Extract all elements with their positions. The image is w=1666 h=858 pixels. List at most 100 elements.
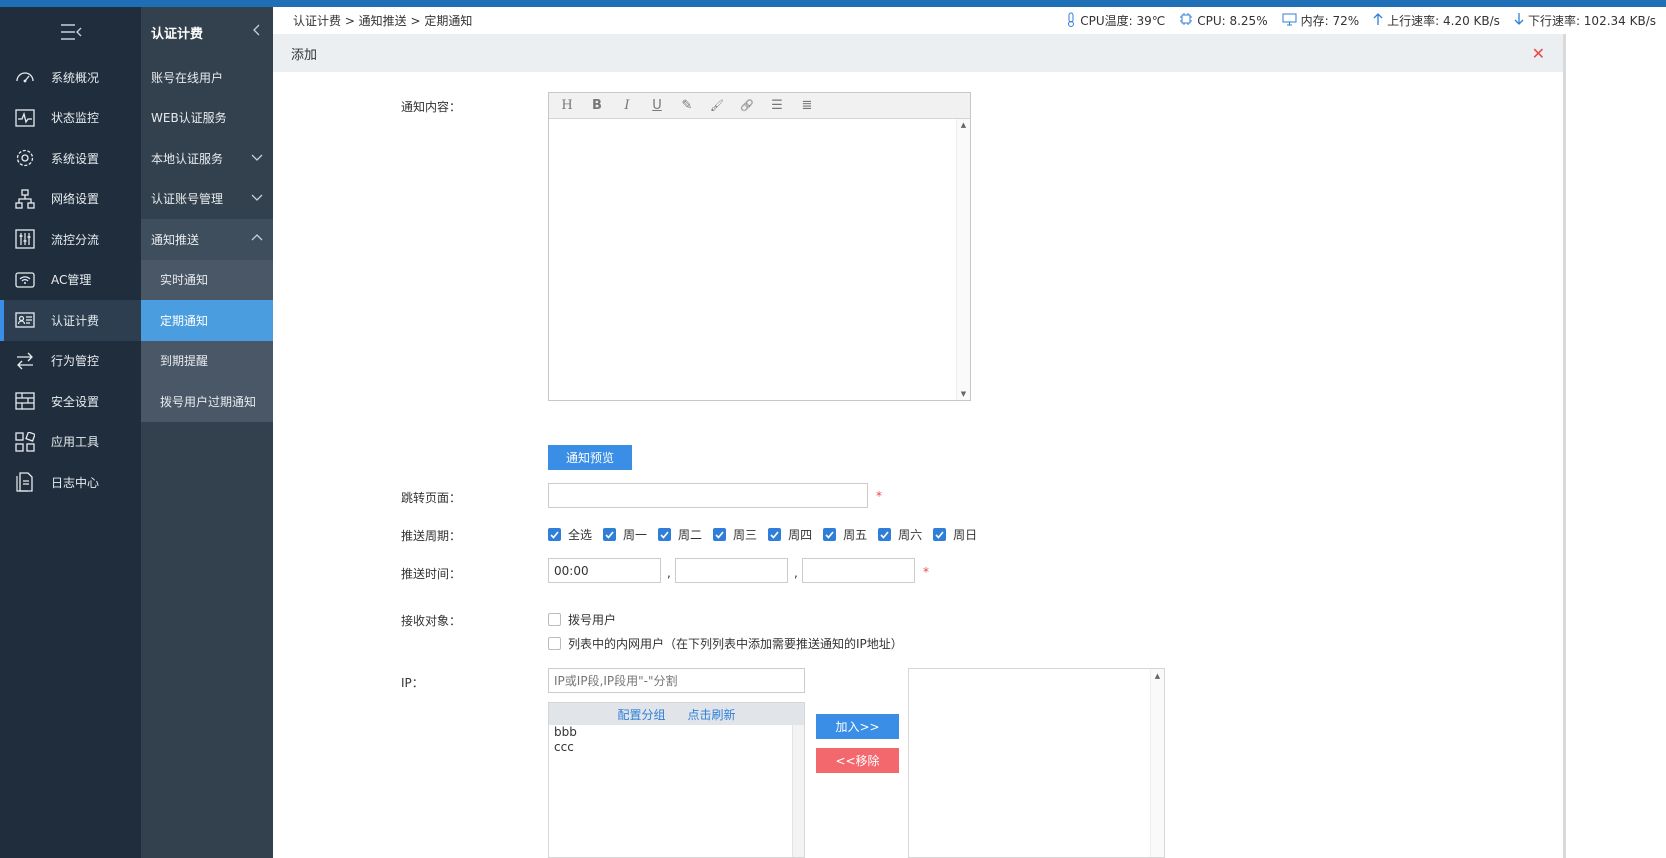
nav-item-label: 行为管控 [51,354,100,369]
gear-icon [14,147,36,169]
underline-icon[interactable]: U [649,98,665,113]
subnav-item-online-users[interactable]: 账号在线用户 [141,57,273,98]
scroll-down-icon[interactable]: ▼ [961,390,966,398]
close-icon[interactable]: ✕ [1532,44,1545,63]
chevron-left-icon[interactable] [251,24,263,40]
day-label: 周日 [953,528,978,542]
ip-input[interactable] [548,668,805,693]
checkbox-checked-icon[interactable] [548,528,561,541]
page-scrollbar[interactable] [1563,34,1566,858]
primary-nav: 系统概况 状态监控 系统设置 网络设置 流控分流 AC管理 认证计费 行为管控 … [0,7,141,858]
subnav-item-web-auth[interactable]: WEB认证服务 [141,98,273,139]
subnav-item-notify-push[interactable]: 通知推送 [141,219,273,260]
nav-item-label: 认证计费 [51,313,100,328]
day-checkbox-fri[interactable]: 周五 [823,526,867,543]
day-label: 周三 [733,528,758,542]
nav-item-label: 安全设置 [51,394,100,409]
add-button[interactable]: 加入>> [816,714,899,739]
scroll-up-icon[interactable]: ▲ [961,121,966,129]
checkbox-checked-icon[interactable] [878,528,892,541]
subnav-item-dialup-expiry[interactable]: 拨号用户过期通知 [141,381,273,422]
nav-item-behavior[interactable]: 行为管控 [0,341,141,382]
list-item[interactable]: ccc [549,740,804,755]
day-checkbox-thu[interactable]: 周四 [768,526,812,543]
nav-item-system-settings[interactable]: 系统设置 [0,138,141,179]
cpu-value: CPU: 8.25% [1197,13,1268,28]
nav-item-label: 状态监控 [51,111,100,126]
thermometer-icon [1066,12,1076,30]
checkbox-checked-icon[interactable] [933,528,947,541]
list-scrollbar[interactable]: ▲ [1150,669,1164,857]
nav-item-logs[interactable]: 日志中心 [0,462,141,503]
time-input-1[interactable] [548,558,661,583]
menu-toggle-icon[interactable] [0,7,141,57]
config-group-link[interactable]: 配置分组 [617,706,665,723]
checkbox-checked-icon[interactable] [658,528,672,541]
selected-ip-list[interactable]: ▲ [908,668,1165,858]
breadcrumb: 认证计费 > 通知推送 > 定期通知 [293,14,473,28]
list-item[interactable]: bbb [549,725,804,740]
nav-item-ac[interactable]: AC管理 [0,260,141,301]
checkbox-unchecked-icon[interactable] [548,637,561,650]
refresh-link[interactable]: 点击刷新 [688,706,736,723]
day-checkbox-tue[interactable]: 周二 [658,526,702,543]
recv-option-dialup[interactable]: 拨号用户 [548,611,616,628]
remove-button[interactable]: <<移除 [816,748,899,773]
list-header: 配置分组 点击刷新 [549,703,804,725]
preview-button[interactable]: 通知预览 [548,445,632,470]
day-checkbox-wed[interactable]: 周三 [713,526,757,543]
nav-item-security[interactable]: 安全设置 [0,381,141,422]
editor-body[interactable] [549,119,970,400]
subnav-header[interactable]: 认证计费 [141,7,273,57]
day-checkbox-all[interactable]: 全选 [548,526,592,543]
nav-item-label: 系统设置 [51,151,100,166]
time-label: 推送时间： [401,567,462,581]
eraser-icon[interactable]: ✎ [679,98,695,113]
subnav-item-realtime-notify[interactable]: 实时通知 [141,260,273,301]
nav-item-network[interactable]: 网络设置 [0,179,141,220]
checkbox-checked-icon[interactable] [713,528,727,541]
day-label: 周一 [623,528,648,542]
align-icon[interactable]: ≣ [799,98,815,113]
recv-option-label: 拨号用户 [568,613,617,627]
checkbox-unchecked-icon[interactable] [548,613,561,626]
subnav-item-label: WEB认证服务 [151,111,227,126]
day-checkbox-sun[interactable]: 周日 [933,526,977,543]
link-icon[interactable]: 🔗 [739,99,755,112]
cpu-stat: CPU: 8.25% [1179,12,1268,29]
subnav-item-label: 实时通知 [160,273,209,288]
nav-item-label: 流控分流 [51,232,100,247]
nav-item-auth-billing[interactable]: 认证计费 [0,300,141,341]
redirect-input[interactable] [548,483,868,508]
cycle-label: 推送周期： [401,529,462,543]
list-icon[interactable]: ☰ [769,98,785,113]
nav-item-flow-control[interactable]: 流控分流 [0,219,141,260]
mem-value: 内存: 72% [1300,14,1360,28]
nav-item-overview[interactable]: 系统概况 [0,57,141,98]
subnav-item-label: 定期通知 [160,313,209,328]
heading-icon[interactable]: H [559,98,575,113]
brush-icon[interactable]: 🖌 [709,99,725,112]
time-input-2[interactable] [675,558,788,583]
nav-item-monitor[interactable]: 状态监控 [0,98,141,139]
list-scrollbar[interactable] [792,725,804,857]
checkbox-checked-icon[interactable] [768,528,782,541]
subnav-item-account-mgmt[interactable]: 认证账号管理 [141,179,273,220]
subnav-item-local-auth[interactable]: 本地认证服务 [141,138,273,179]
nav-item-tools[interactable]: 应用工具 [0,422,141,463]
subnav-item-label: 到期提醒 [160,354,209,369]
day-checkbox-mon[interactable]: 周一 [603,526,647,543]
subnav-item-label: 拨号用户过期通知 [160,394,257,409]
time-input-3[interactable] [802,558,915,583]
network-icon [14,188,36,210]
checkbox-checked-icon[interactable] [823,528,837,541]
subnav-item-expiry-reminder[interactable]: 到期提醒 [141,341,273,382]
recv-option-intranet[interactable]: 列表中的内网用户（在下列列表中添加需要推送通知的IP地址） [548,635,903,652]
bold-icon[interactable]: B [589,98,605,113]
day-checkbox-sat[interactable]: 周六 [878,526,922,543]
italic-icon[interactable]: I [619,98,635,113]
subnav-item-scheduled-notify[interactable]: 定期通知 [141,300,273,341]
checkbox-checked-icon[interactable] [603,528,617,541]
scroll-up-icon[interactable]: ▲ [1155,672,1160,680]
editor-scrollbar[interactable]: ▲ ▼ [956,119,970,400]
